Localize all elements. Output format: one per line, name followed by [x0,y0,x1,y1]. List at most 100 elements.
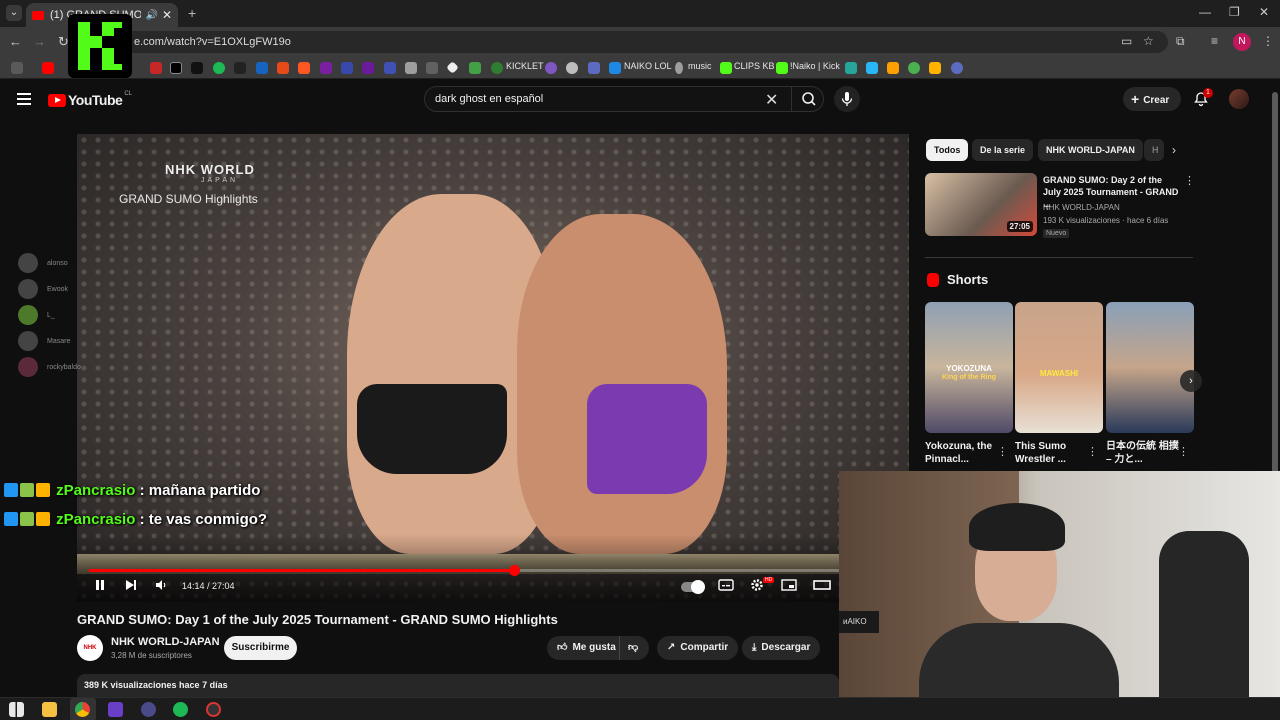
pause-button[interactable] [93,578,107,595]
bookmark-purple-icon[interactable] [320,62,332,74]
chip-de-la-serie[interactable]: De la serie [972,139,1034,161]
autoplay-toggle[interactable] [681,580,705,594]
bookmark-chat-icon[interactable] [545,62,557,74]
account-avatar[interactable] [1229,89,1249,109]
back-arrow-icon[interactable]: ← [9,34,22,49]
bookmark-green-icon[interactable] [469,62,481,74]
short-thumbnail[interactable] [1106,302,1194,433]
bookmark-tiktok-icon[interactable] [191,62,203,74]
video-player[interactable]: NHK WORLD JAPAN GRAND SUMO Highlights 14… [77,134,909,602]
create-button[interactable]: + Crear [1123,87,1181,111]
naiko-kick-icon[interactable] [776,62,788,74]
bookmark-indigo-icon[interactable] [341,62,353,74]
bookmark-doc-icon[interactable] [588,62,600,74]
short-caption[interactable]: 日本の伝統 相撲 – 力と... [1106,440,1186,466]
download-button[interactable]: ⤓ Descargar [742,636,821,660]
clips-kb-icon[interactable] [720,62,732,74]
dislike-button[interactable]: 👎︎ [619,636,649,660]
tab-close-icon[interactable]: ✕ [162,8,172,22]
music-icon[interactable] [675,62,683,74]
short-caption[interactable]: This Sumo Wrestler ... [1015,440,1095,466]
more-options-icon[interactable]: ⋮ [1178,445,1189,458]
bookmark-clips-kb[interactable]: CLIPS KB [734,61,775,71]
windows-start-icon[interactable] [9,702,24,717]
bookmark-pinterest-icon[interactable] [150,62,162,74]
apps-grid-icon[interactable] [11,62,23,74]
miniplayer-button[interactable] [781,578,797,595]
settings-button[interactable] [750,578,764,595]
more-options-icon[interactable]: ⋮ [1184,174,1195,187]
bookmark-image-icon[interactable] [426,62,438,74]
menu-icon[interactable] [17,93,31,105]
chip-todos[interactable]: Todos [926,139,969,161]
bookmark-ghost-icon[interactable] [566,62,578,74]
naiko-lol-icon[interactable] [609,62,621,74]
subscribe-button[interactable]: Suscribirme [224,636,297,660]
volume-button[interactable] [154,578,168,595]
bookmark-orange-icon[interactable] [277,62,289,74]
short-thumbnail[interactable]: MAWASHI [1015,302,1103,433]
bookmark-x-icon[interactable] [170,62,182,74]
recommended-channel[interactable]: NHK WORLD-JAPAN [1043,203,1120,212]
bookmark-spotify-icon[interactable] [213,62,225,74]
extensions-icon[interactable]: ⧉ [1176,34,1185,49]
bookmark-teal-icon[interactable] [845,62,857,74]
bookmark-blue-icon[interactable] [256,62,268,74]
window-restore-button[interactable]: ❐ [1229,5,1240,19]
chips-next-chevron-icon[interactable]: › [1172,143,1176,157]
app-discord-icon[interactable] [141,702,156,717]
bookmark-kicklet[interactable]: KICKLET [506,61,544,71]
profile-avatar[interactable]: N [1233,33,1251,51]
like-button[interactable]: 👍︎ Me gusta [547,636,619,660]
bookmark-cat-icon[interactable] [405,62,417,74]
clear-search-icon[interactable]: ✕ [765,90,778,110]
channel-name[interactable]: NHK WORLD-JAPAN [111,636,220,648]
shorts-next-chevron-icon[interactable]: › [1180,370,1202,392]
recommended-video-thumbnail[interactable]: 27:05 [925,173,1037,236]
chip-more[interactable]: H [1144,139,1164,161]
bookmark-naiko-lol[interactable]: NAIKO LOL [624,61,672,71]
browser-menu-icon[interactable]: ⋮ [1262,34,1274,48]
spotify-icon[interactable] [173,702,188,717]
tab-search-button[interactable]: ⌄ [6,5,22,21]
window-minimize-button[interactable]: — [1199,5,1211,19]
next-video-button[interactable] [124,578,138,595]
chrome-icon[interactable] [75,702,90,717]
search-input[interactable]: dark ghost en español [435,93,543,105]
progress-bar[interactable] [89,565,897,576]
speaker-icon[interactable]: 🔊 [145,10,157,21]
media-controls-icon[interactable]: ≡ [1211,34,1218,48]
new-tab-button[interactable]: + [188,5,196,21]
bookmark-youtube-icon[interactable] [42,62,54,74]
bookmark-lightblue-icon[interactable] [866,62,878,74]
window-close-button[interactable]: ✕ [1259,5,1269,19]
forward-arrow-icon[interactable]: → [33,34,46,49]
file-explorer-icon[interactable] [42,702,57,717]
bookmark-circle-icon[interactable] [908,62,920,74]
bookmark-u-icon[interactable] [929,62,941,74]
subtitles-button[interactable] [718,578,734,595]
app-purple-icon[interactable] [108,702,123,717]
search-box[interactable]: dark ghost en español ✕ [424,86,824,112]
bookmark-naiko-kick[interactable]: !Naiko | Kick [790,61,840,71]
bookmark-app-icon[interactable] [384,62,396,74]
bookmark-swirl-icon[interactable] [951,62,963,74]
bookmark-red-icon[interactable] [298,62,310,74]
cast-icon[interactable]: ▭ [1121,34,1132,48]
short-thumbnail[interactable]: YOKOZUNA King of the Ring [925,302,1013,433]
bookmark-violet-icon[interactable] [362,62,374,74]
more-options-icon[interactable]: ⋮ [1087,445,1098,458]
search-button[interactable] [791,87,825,111]
kicklet-icon[interactable] [491,62,503,74]
theater-mode-button[interactable] [813,578,831,595]
share-button[interactable]: ↗ Compartir [657,636,739,660]
chip-nhk-world-japan[interactable]: NHK WORLD-JAPAN [1038,139,1143,161]
more-options-icon[interactable]: ⋮ [997,445,1008,458]
bookmark-music[interactable]: music [688,61,712,71]
channel-avatar[interactable]: NHK [77,635,103,661]
bookmark-diamond-icon[interactable] [446,61,459,74]
bookmark-star-icon[interactable]: ☆ [1143,34,1154,48]
voice-search-button[interactable] [834,86,860,112]
bookmark-amber-icon[interactable] [887,62,899,74]
bookmark-s-icon[interactable] [234,62,246,74]
